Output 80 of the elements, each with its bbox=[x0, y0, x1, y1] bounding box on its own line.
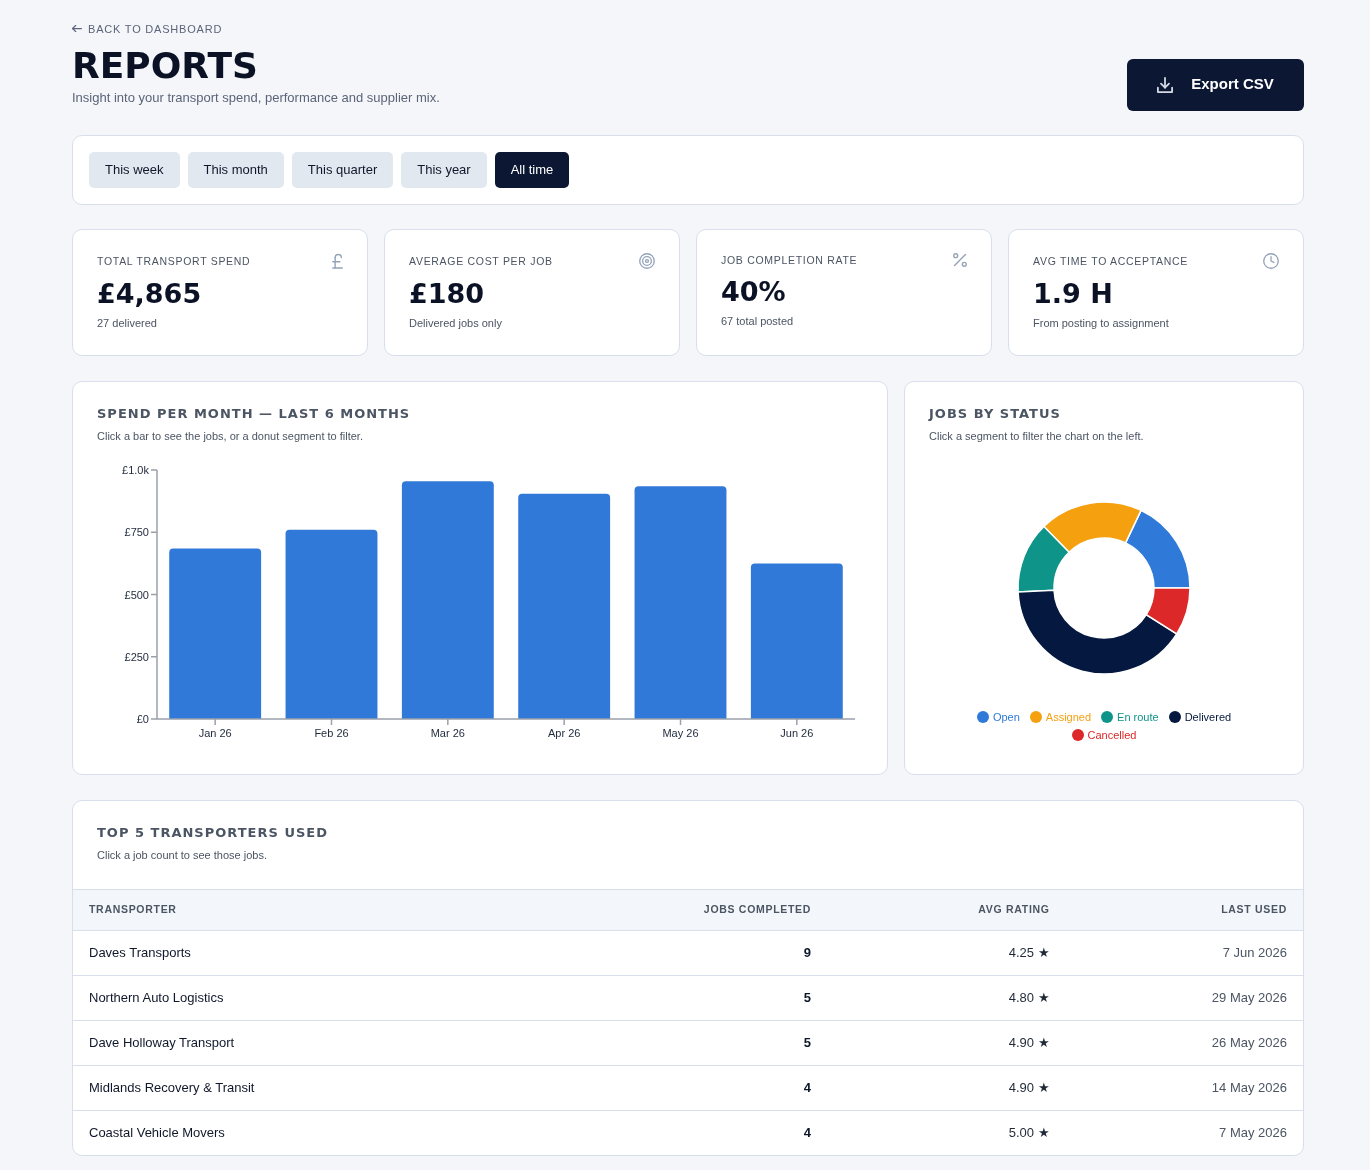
period-tab[interactable]: This year bbox=[401, 151, 487, 188]
kpi-label: AVG TIME TO ACCEPTANCE bbox=[1033, 253, 1189, 268]
table-cell: 29 May 2026 bbox=[1065, 975, 1303, 1020]
axis-label: Jun 26 bbox=[780, 726, 814, 739]
column-header: JOBS COMPLETED bbox=[687, 889, 828, 930]
job-count-link[interactable]: 9 bbox=[803, 942, 812, 963]
page-subtitle: Insight into your transport spend, performance and supplier mix. bbox=[72, 88, 440, 107]
donut-segment[interactable] bbox=[1145, 586, 1191, 635]
job-count-link[interactable]: 5 bbox=[803, 987, 812, 1008]
table-cell: 26 May 2026 bbox=[1065, 1020, 1303, 1065]
column-header: LAST USED bbox=[1065, 889, 1303, 930]
axis-label: £1.0k bbox=[122, 463, 149, 476]
period-tab[interactable]: This week bbox=[89, 151, 180, 188]
kpi-note: 67 total posted bbox=[721, 313, 795, 329]
axis-label: Feb 26 bbox=[314, 726, 349, 739]
table-cell: Daves Transports bbox=[73, 930, 688, 975]
arrow-left-icon bbox=[72, 25, 82, 32]
percent-icon bbox=[953, 252, 967, 267]
column-header: AVG RATING bbox=[827, 889, 1066, 930]
axis-label: May 26 bbox=[662, 726, 699, 739]
kpi-label: AVERAGE COST PER JOB bbox=[409, 253, 553, 268]
table-cell: 7 May 2026 bbox=[1065, 1110, 1303, 1155]
bar[interactable] bbox=[518, 493, 611, 719]
kpi-note: From posting to assignment bbox=[1033, 315, 1170, 331]
table-cell: 4.80 ★ bbox=[827, 975, 1066, 1020]
legend-label[interactable]: Open bbox=[992, 707, 1020, 726]
kpi-label: TOTAL TRANSPORT SPEND bbox=[97, 253, 251, 268]
bar[interactable] bbox=[169, 547, 262, 719]
chart-title: JOBS BY STATUS bbox=[929, 405, 1062, 422]
table-cell: 7 Jun 2026 bbox=[1065, 930, 1303, 975]
axis-label: £500 bbox=[124, 588, 149, 600]
kpi-value: 40% bbox=[721, 274, 787, 309]
back-link[interactable]: BACK TO DASHBOARD bbox=[72, 20, 223, 37]
bar[interactable] bbox=[285, 529, 378, 719]
axis-label: £750 bbox=[124, 525, 149, 538]
chart-title: SPEND PER MONTH — LAST 6 MONTHS bbox=[97, 405, 412, 422]
table-title: TOP 5 TRANSPORTERS USED bbox=[97, 824, 329, 841]
target-icon bbox=[639, 252, 655, 269]
kpi-label: JOB COMPLETION RATE bbox=[721, 252, 858, 267]
clock-icon bbox=[1263, 252, 1279, 269]
period-tab[interactable]: This quarter bbox=[291, 151, 394, 188]
bar[interactable] bbox=[750, 562, 843, 719]
period-tab[interactable]: This month bbox=[187, 151, 284, 188]
legend-label[interactable]: Cancelled bbox=[1087, 725, 1137, 744]
kpi-value: £180 bbox=[409, 276, 486, 311]
donut-segment[interactable] bbox=[1017, 589, 1178, 675]
axis-label: Jan 26 bbox=[198, 726, 232, 739]
page-title: REPORTS bbox=[72, 43, 259, 88]
table-cell: 4.25 ★ bbox=[827, 930, 1066, 975]
table-cell: Midlands Recovery & Transit bbox=[73, 1065, 688, 1110]
table-cell: Coastal Vehicle Movers bbox=[73, 1110, 688, 1155]
axis-label: Apr 26 bbox=[547, 726, 581, 739]
column-header: TRANSPORTER bbox=[73, 889, 688, 930]
kpi-value: 1.9 H bbox=[1033, 276, 1114, 311]
table-cell: 5.00 ★ bbox=[827, 1110, 1066, 1155]
table-cell: 4.90 ★ bbox=[827, 1020, 1066, 1065]
bar[interactable] bbox=[401, 480, 494, 719]
period-tab[interactable]: All time bbox=[494, 151, 570, 188]
axis-label: Mar 26 bbox=[430, 726, 465, 739]
legend-label[interactable]: Delivered bbox=[1184, 707, 1232, 726]
table-cell: 4.90 ★ bbox=[827, 1065, 1066, 1110]
job-count-link[interactable]: 4 bbox=[803, 1077, 812, 1098]
job-count-link[interactable]: 4 bbox=[803, 1123, 812, 1143]
kpi-value: £4,865 bbox=[97, 276, 203, 311]
table-cell: Northern Auto Logistics bbox=[73, 975, 688, 1020]
bar[interactable] bbox=[634, 485, 727, 719]
legend-label[interactable]: En route bbox=[1117, 707, 1159, 726]
table-cell: Dave Holloway Transport bbox=[73, 1020, 688, 1065]
table-cell: 14 May 2026 bbox=[1065, 1065, 1303, 1110]
download-icon bbox=[1157, 76, 1174, 93]
pound-sign-icon bbox=[332, 252, 343, 269]
axis-label: £250 bbox=[124, 650, 149, 663]
table-subtitle: Click a job count to see those jobs. bbox=[97, 847, 268, 863]
kpi-note: Delivered jobs only bbox=[409, 315, 503, 331]
export-csv-button[interactable]: Export CSV bbox=[1127, 58, 1304, 111]
job-count-link[interactable]: 5 bbox=[803, 1032, 812, 1053]
kpi-note: 27 delivered bbox=[97, 315, 158, 331]
chart-subtitle: Click a segment to filter the chart on the left. bbox=[929, 428, 1145, 444]
axis-label: £0 bbox=[136, 712, 149, 725]
chart-subtitle: Click a bar to see the jobs, or a donut segment to filter. bbox=[97, 428, 364, 444]
